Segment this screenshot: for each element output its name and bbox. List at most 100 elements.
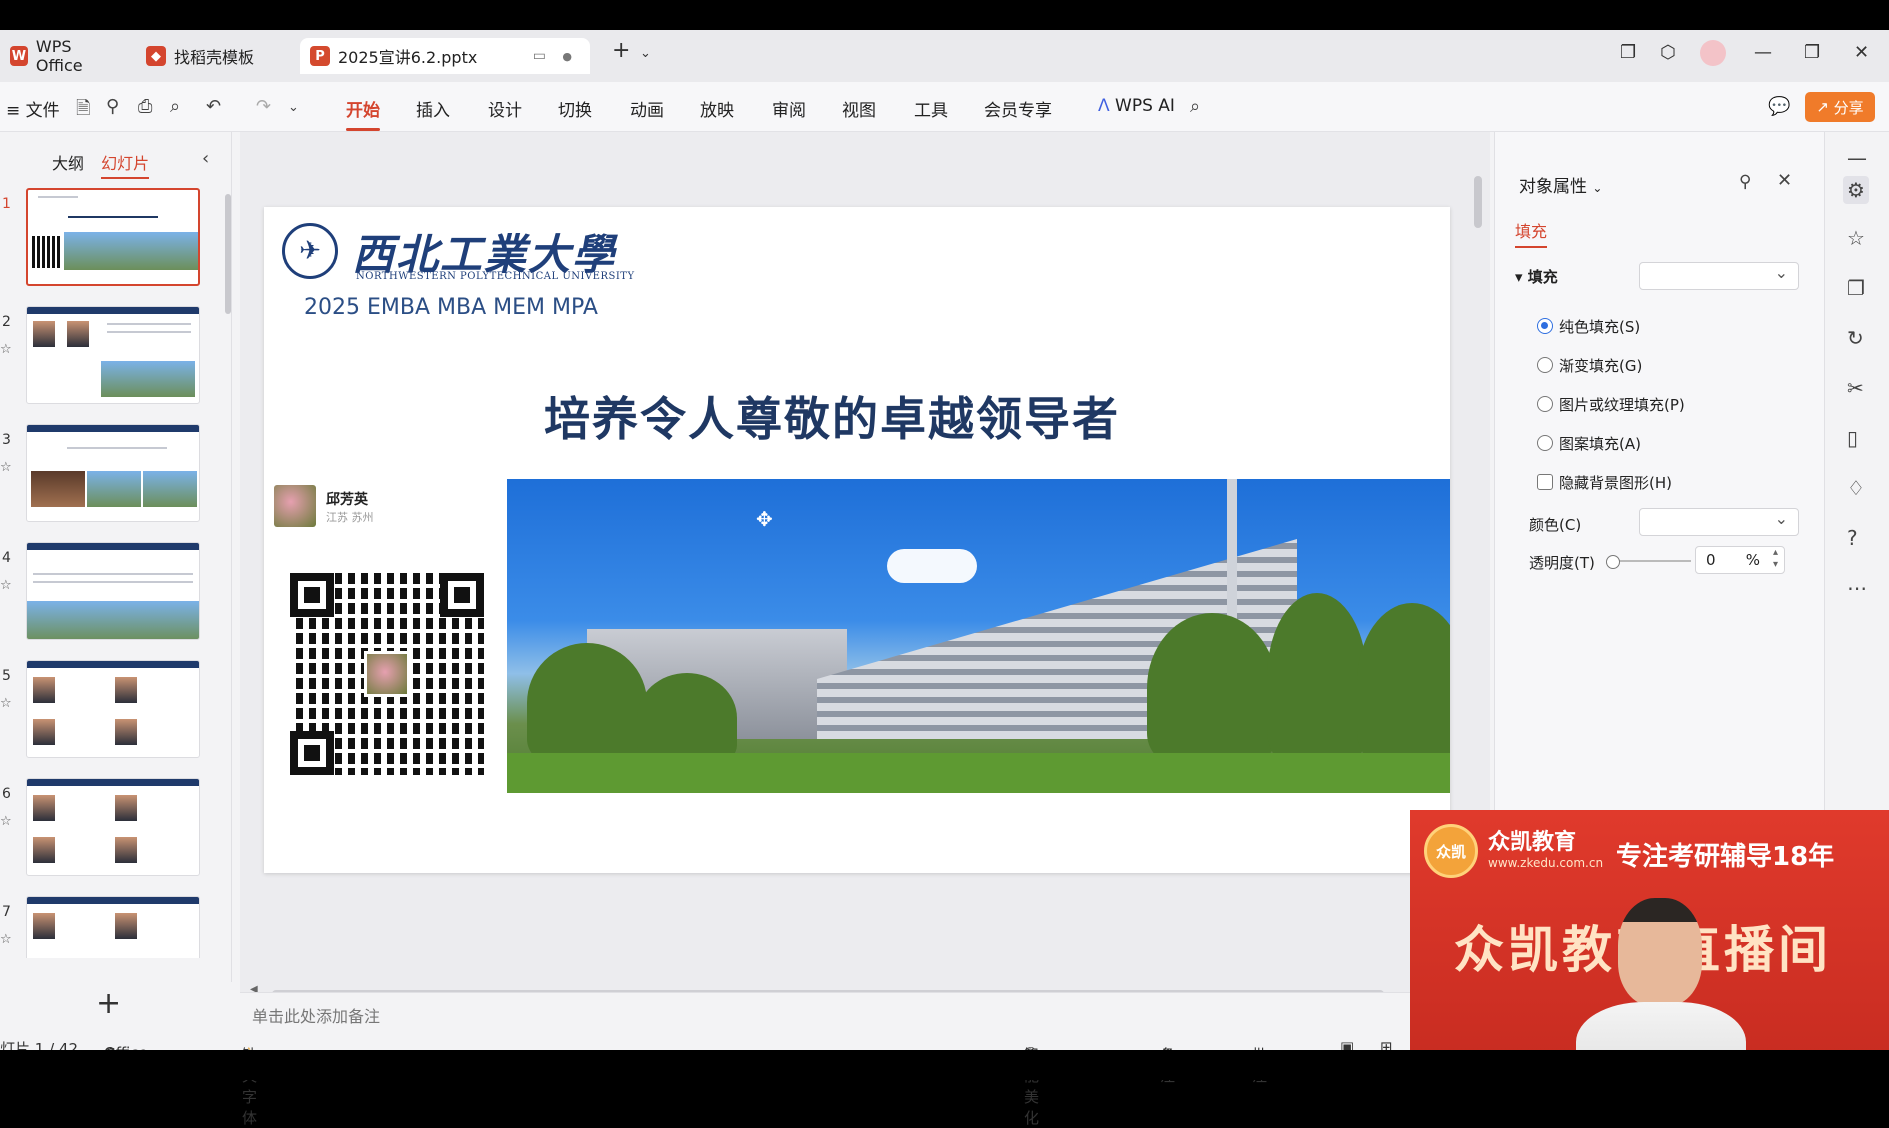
university-seal: ✈ <box>282 223 338 279</box>
transparency-input[interactable]: 0 % ▴ ▾ <box>1695 546 1785 574</box>
slide-thumb-2[interactable]: 2 ☆ <box>0 306 210 406</box>
star-icon[interactable]: ☆ <box>0 814 12 829</box>
hide-bg-checkbox[interactable] <box>1537 474 1553 490</box>
slide-panel: 大纲 幻灯片 ‹ 1 2 ☆ 3 ☆ 4 ☆ 5 ☆ 6 ☆ 7 ☆ + <box>0 132 232 1021</box>
slide-number: 6 <box>2 786 11 802</box>
fill-section-label: 填充 <box>1527 268 1558 286</box>
tab-wps-office[interactable]: W WPS Office <box>0 37 124 75</box>
print-preview-icon[interactable]: ⌕ <box>170 96 180 117</box>
star-icon[interactable]: ☆ <box>0 578 12 593</box>
unsaved-dot-icon[interactable]: ● <box>562 50 572 63</box>
file-menu[interactable]: ≡ 文件 <box>6 96 60 121</box>
tab-slides[interactable]: 幻灯片 <box>101 154 150 179</box>
spinner-icon[interactable]: ▴ ▾ <box>1773 547 1778 571</box>
star-icon[interactable]: ☆ <box>0 932 12 947</box>
minimize-icon[interactable]: — <box>1754 42 1772 63</box>
notes-area[interactable]: 单击此处添加备注 <box>240 992 1490 1032</box>
cube-icon[interactable]: ⬡ <box>1660 42 1676 63</box>
wechat-qr-code[interactable] <box>290 573 484 775</box>
properties-header[interactable]: 对象属性 ⌄ <box>1519 172 1602 197</box>
undo-icon[interactable]: ↶ <box>206 96 221 117</box>
fill-picture-radio[interactable] <box>1537 396 1553 412</box>
slide-thumb-3[interactable]: 3 ☆ <box>0 424 210 524</box>
tab-home[interactable]: 开始 <box>346 96 380 131</box>
tab-tools[interactable]: 工具 <box>914 96 948 121</box>
close-panel-icon[interactable]: ✕ <box>1777 170 1792 191</box>
redo-icon[interactable]: ↷ <box>256 96 271 117</box>
tab-animation[interactable]: 动画 <box>630 96 664 121</box>
panel-scrollbar[interactable] <box>225 194 231 314</box>
tab-membership[interactable]: 会员专享 <box>984 96 1052 121</box>
pin-icon[interactable]: ⚲ <box>1739 172 1751 192</box>
close-icon[interactable]: ✕ <box>1854 42 1869 63</box>
star-icon[interactable]: ☆ <box>1847 226 1865 250</box>
add-slide-icon[interactable]: + <box>96 986 121 1021</box>
shirt-icon[interactable]: ♢ <box>1847 476 1865 500</box>
percent-unit: % <box>1745 551 1760 569</box>
chat-icon[interactable]: 💬 <box>1768 96 1790 117</box>
wps-ai-button[interactable]: Λ WPS AI <box>1098 96 1175 116</box>
campus-photo[interactable] <box>507 479 1450 793</box>
program-list[interactable]: 2025 EMBA MBA MEM MPA <box>304 295 598 320</box>
new-tab-icon[interactable]: + <box>612 38 630 63</box>
more-chevron-icon[interactable]: ⌄ <box>288 100 299 115</box>
tab-fill[interactable]: 填充 <box>1515 218 1548 248</box>
tab-label: 2025宣讲6.2.pptx <box>338 48 478 67</box>
properties-icon[interactable]: ⚙ <box>1843 176 1869 204</box>
tab-template[interactable]: ◆ 找稻壳模板 <box>136 38 292 74</box>
fill-pattern-radio[interactable] <box>1537 435 1553 451</box>
slide-thumb-5[interactable]: 5 ☆ <box>0 660 210 760</box>
thumbnail <box>26 306 200 404</box>
book-icon[interactable]: ▯ <box>1847 426 1858 450</box>
file-menu-label: 文件 <box>25 101 60 121</box>
share-button[interactable]: ↗ 分享 <box>1805 92 1875 122</box>
fill-solid-radio[interactable] <box>1537 318 1553 334</box>
tab-insert[interactable]: 插入 <box>416 96 450 121</box>
chevron-down-icon[interactable]: ⌄ <box>640 46 651 61</box>
fill-section-toggle[interactable]: ▾ 填充 <box>1515 266 1558 287</box>
tab-review[interactable]: 审阅 <box>772 96 806 121</box>
star-icon[interactable]: ☆ <box>0 460 12 475</box>
print-icon[interactable]: ⎙ <box>138 96 152 117</box>
move-cursor-icon: ✥ <box>756 507 773 531</box>
fill-solid-label: 纯色填充(S) <box>1559 318 1641 336</box>
wps-logo-icon: W <box>10 46 28 66</box>
tab-outline[interactable]: 大纲 <box>52 154 84 173</box>
collapse-icon[interactable]: — <box>1847 146 1867 170</box>
vertical-scrollbar[interactable] <box>1474 176 1482 228</box>
more-icon[interactable]: ⋯ <box>1847 576 1867 600</box>
slide-thumb-7[interactable]: 7 ☆ <box>0 896 210 958</box>
restore-icon[interactable]: ❐ <box>1804 42 1820 63</box>
multi-window-icon[interactable]: ❐ <box>1620 42 1636 63</box>
animation-icon[interactable]: ↻ <box>1847 326 1864 350</box>
current-slide[interactable]: ✈ 西北工業大學 NORTHWESTERN POLYTECHNICAL UNIV… <box>264 207 1450 873</box>
star-icon[interactable]: ☆ <box>0 696 12 711</box>
copy-icon[interactable]: ❐ <box>1847 276 1865 300</box>
slide-thumb-4[interactable]: 4 ☆ <box>0 542 210 642</box>
notes-placeholder: 单击此处添加备注 <box>252 1007 381 1026</box>
collapse-panel-icon[interactable]: ‹ <box>202 148 209 169</box>
slide-thumb-1[interactable]: 1 <box>0 188 210 288</box>
tab-view[interactable]: 视图 <box>842 96 876 121</box>
zkedu-logo: 众凯 <box>1424 824 1478 878</box>
save-icon[interactable]: 🗎 <box>76 96 90 126</box>
transparency-value: 0 <box>1706 551 1716 569</box>
star-icon[interactable]: ☆ <box>0 342 12 357</box>
color-dropdown[interactable] <box>1639 508 1799 536</box>
transparency-slider[interactable] <box>1606 555 1691 569</box>
fill-dropdown[interactable] <box>1639 262 1799 290</box>
monitor-icon[interactable]: ▭ <box>533 48 546 64</box>
help-icon[interactable]: ? <box>1847 526 1858 550</box>
tab-design[interactable]: 设计 <box>488 96 522 121</box>
search-icon[interactable]: ⌕ <box>1190 96 1200 117</box>
docer-icon: ◆ <box>146 46 166 66</box>
tools-icon[interactable]: ✂ <box>1847 376 1864 400</box>
slide-title[interactable]: 培养令人尊敬的卓越领导者 <box>544 383 1120 449</box>
tab-transition[interactable]: 切换 <box>558 96 592 121</box>
export-icon[interactable]: ⚲ <box>106 96 119 117</box>
tab-slideshow[interactable]: 放映 <box>700 96 734 121</box>
slide-thumb-6[interactable]: 6 ☆ <box>0 778 210 878</box>
avatar[interactable] <box>1700 40 1726 66</box>
fill-gradient-radio[interactable] <box>1537 357 1553 373</box>
tab-document[interactable]: P 2025宣讲6.2.pptx ▭ ● <box>300 38 590 74</box>
